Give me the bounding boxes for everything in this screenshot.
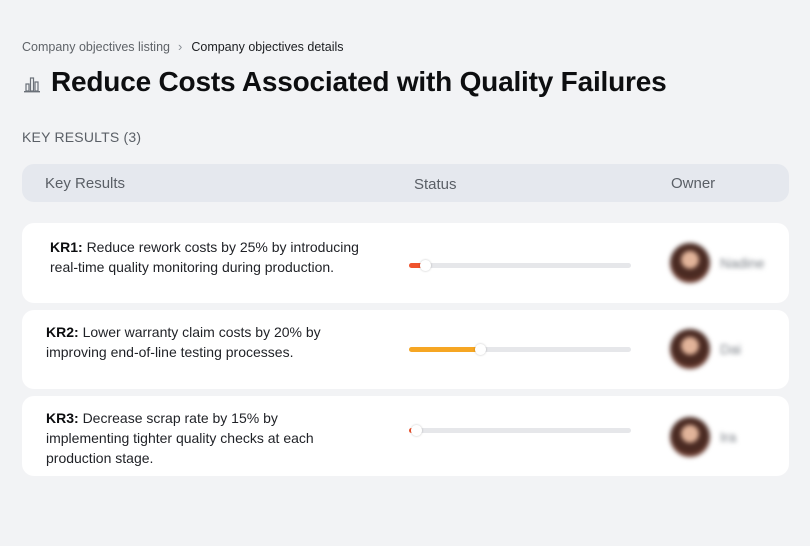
breadcrumb-current: Company objectives details bbox=[191, 40, 344, 54]
key-result-text: KR1: Reduce rework costs by 25% by intro… bbox=[50, 237, 380, 277]
progress-fill bbox=[409, 347, 481, 352]
key-result-text: KR2: Lower warranty claim costs by 20% b… bbox=[46, 322, 376, 362]
key-result-description: Decrease scrap rate by 15% by implementi… bbox=[46, 410, 314, 466]
owner[interactable]: Ira bbox=[670, 417, 736, 457]
progress-knob bbox=[410, 425, 422, 436]
key-result-row[interactable]: KR2: Lower warranty claim costs by 20% b… bbox=[22, 310, 789, 389]
avatar bbox=[670, 243, 710, 283]
page-title: Reduce Costs Associated with Quality Fai… bbox=[51, 66, 667, 97]
key-result-code: KR2: bbox=[46, 324, 79, 340]
progress-bar bbox=[409, 260, 631, 271]
bar-chart-icon bbox=[24, 77, 40, 93]
column-header-owner: Owner bbox=[671, 175, 716, 192]
avatar bbox=[670, 417, 710, 457]
key-result-description: Lower warranty claim costs by 20% by imp… bbox=[46, 324, 321, 360]
key-result-row[interactable]: KR3: Decrease scrap rate by 15% by imple… bbox=[22, 396, 789, 476]
owner[interactable]: Dai bbox=[670, 329, 741, 369]
chevron-right-icon: › bbox=[178, 39, 183, 54]
column-header-status: Status bbox=[414, 176, 457, 193]
breadcrumb: Company objectives listing › Company obj… bbox=[22, 39, 344, 55]
key-result-code: KR1: bbox=[50, 239, 83, 255]
owner-name: Dai bbox=[720, 341, 742, 357]
owner-name: Ira bbox=[720, 429, 737, 445]
key-results-count-label: KEY RESULTS (3) bbox=[22, 129, 142, 145]
table-header: Key Results Status Owner bbox=[22, 164, 789, 202]
column-header-key-results: Key Results bbox=[45, 175, 126, 192]
owner-name: Nadine bbox=[720, 255, 765, 271]
progress-bar bbox=[409, 425, 631, 436]
breadcrumb-link-objectives-listing[interactable]: Company objectives listing bbox=[22, 39, 170, 55]
key-result-row[interactable]: KR1: Reduce rework costs by 25% by intro… bbox=[22, 223, 789, 303]
key-result-text: KR3: Decrease scrap rate by 15% by imple… bbox=[46, 408, 346, 468]
avatar bbox=[670, 329, 710, 369]
owner[interactable]: Nadine bbox=[670, 243, 764, 283]
page-header: Reduce Costs Associated with Quality Fai… bbox=[22, 66, 667, 98]
key-result-code: KR3: bbox=[46, 410, 79, 426]
progress-knob bbox=[419, 260, 431, 271]
progress-bar bbox=[409, 344, 631, 355]
progress-knob bbox=[475, 344, 487, 355]
key-result-description: Reduce rework costs by 25% by introducin… bbox=[50, 239, 359, 275]
